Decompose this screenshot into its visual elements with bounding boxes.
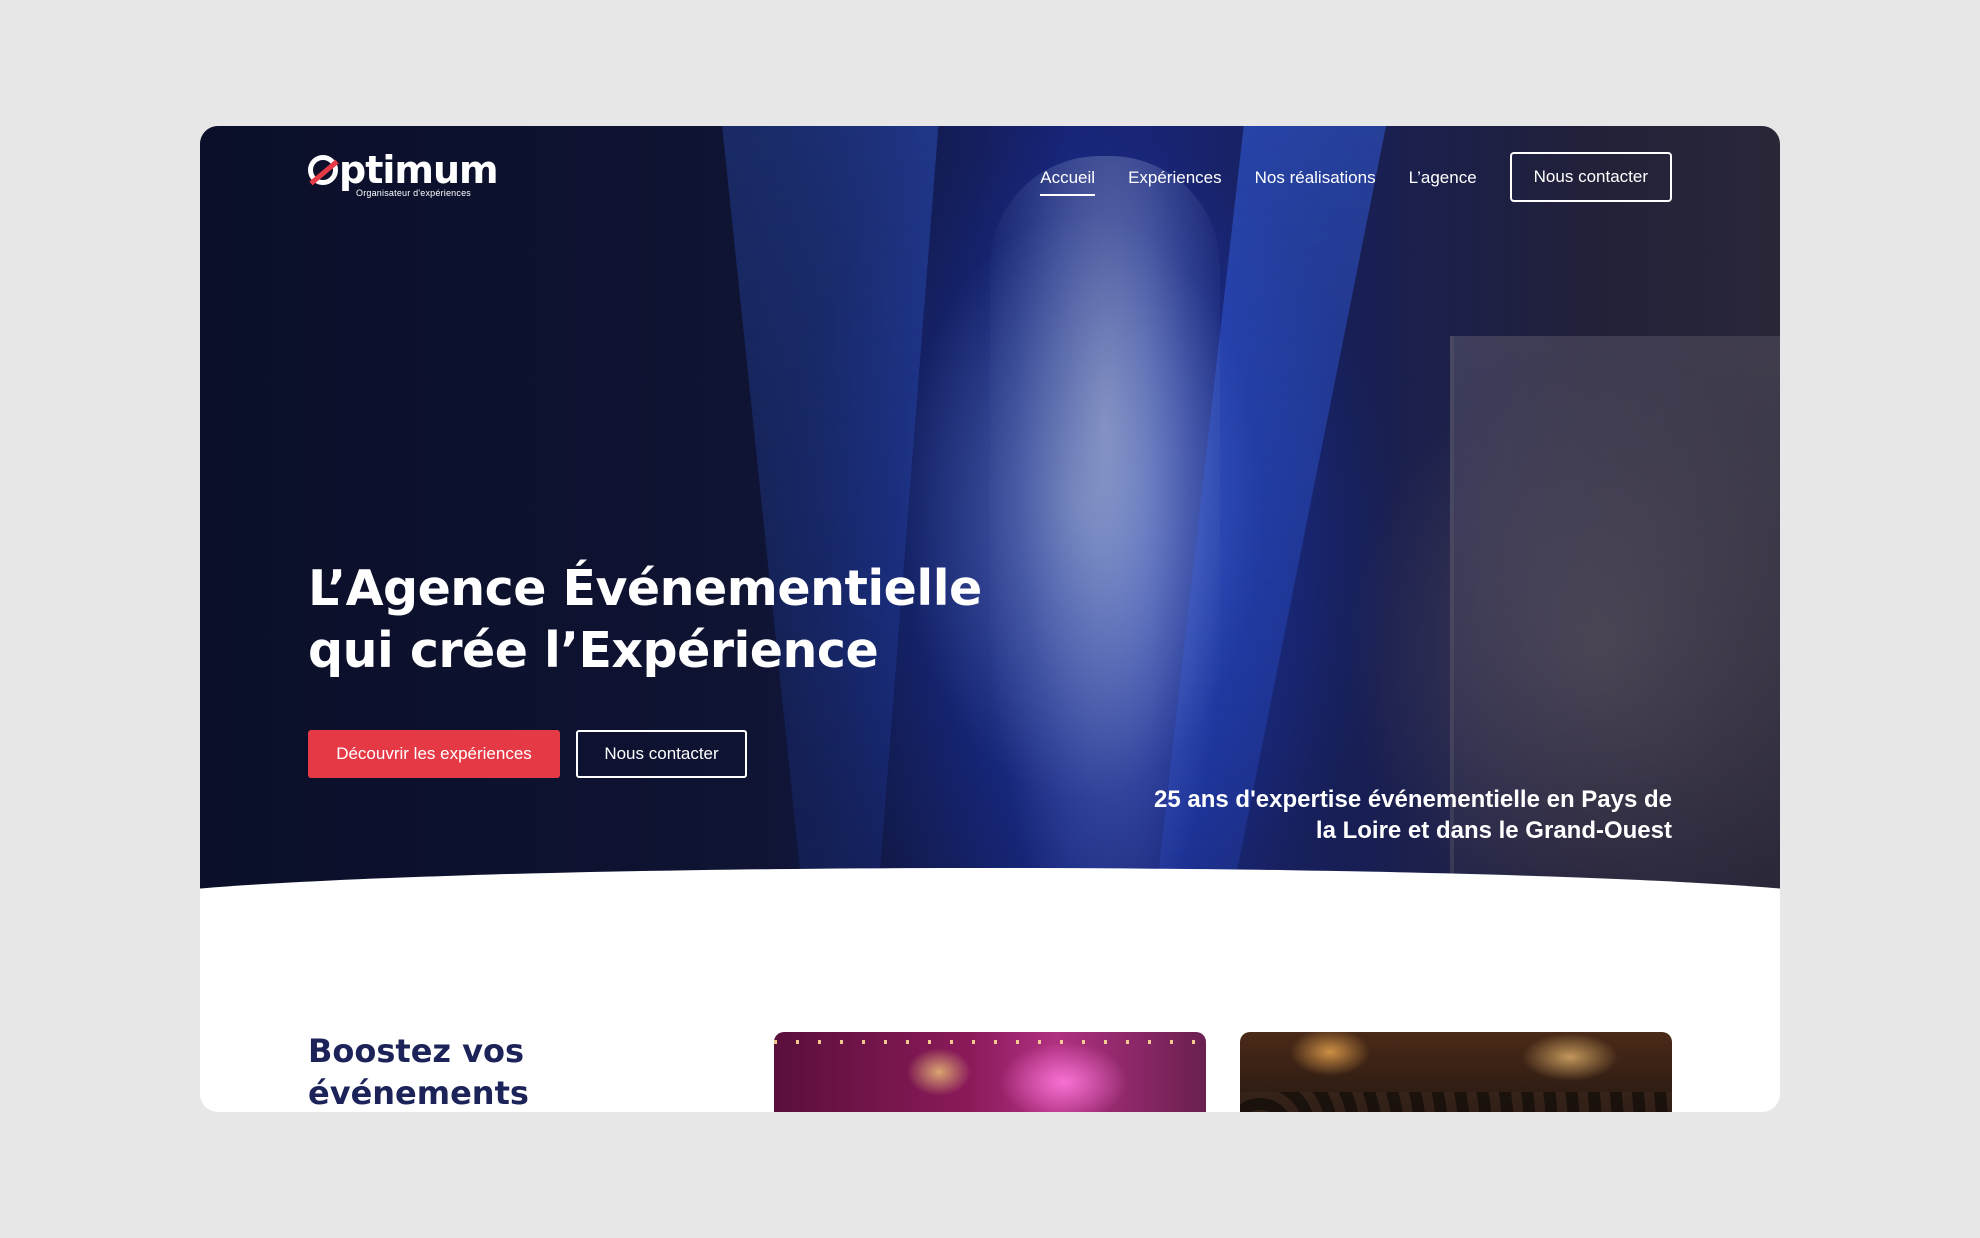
nav-item-experiences[interactable]: Expériences bbox=[1128, 158, 1222, 196]
section-title: Boostez vos événements bbox=[308, 1030, 608, 1112]
hero-subtitle: 25 ans d'expertise événementielle en Pay… bbox=[1072, 784, 1672, 846]
nav-contact-button[interactable]: Nous contacter bbox=[1509, 152, 1672, 202]
hero-contact-button[interactable]: Nous contacter bbox=[576, 730, 747, 778]
hero-title-line-1: L’Agence Événementielle bbox=[308, 560, 982, 617]
logo-wordmark: ptimum bbox=[308, 148, 499, 192]
logo-text: ptimum bbox=[339, 148, 499, 192]
experience-card-party-image[interactable] bbox=[774, 1032, 1206, 1112]
hero-title-line-2: qui crée l’Expérience bbox=[308, 622, 879, 679]
hero-subtitle-line-1: 25 ans d'expertise événementielle en Pay… bbox=[1154, 786, 1672, 813]
crowd-silhouettes bbox=[1240, 1092, 1672, 1112]
nav-item-accueil[interactable]: Accueil bbox=[1040, 158, 1095, 196]
experience-card-reception-image[interactable] bbox=[1240, 1032, 1672, 1112]
logo[interactable]: ptimum Organisateur d'expériences bbox=[308, 148, 499, 198]
hero-banner: ptimum Organisateur d'expériences Accuei… bbox=[200, 126, 1780, 916]
nav-item-agence[interactable]: L’agence bbox=[1409, 158, 1477, 196]
hero-title: L’Agence Événementielle qui crée l’Expér… bbox=[308, 558, 1008, 682]
logo-o-icon bbox=[308, 155, 338, 185]
section-title-line-2: événements bbox=[308, 1074, 529, 1112]
discover-experiences-button[interactable]: Découvrir les expériences bbox=[308, 730, 560, 778]
nav-item-realisations[interactable]: Nos réalisations bbox=[1255, 158, 1376, 196]
string-lights bbox=[774, 1040, 1206, 1044]
main-nav: Accueil Expériences Nos réalisations L’a… bbox=[1040, 152, 1672, 202]
browser-page-frame: ptimum Organisateur d'expériences Accuei… bbox=[200, 126, 1780, 1112]
hero-subtitle-line-2: la Loire et dans le Grand-Ouest bbox=[1315, 817, 1672, 844]
section-title-line-1: Boostez vos bbox=[308, 1032, 525, 1070]
